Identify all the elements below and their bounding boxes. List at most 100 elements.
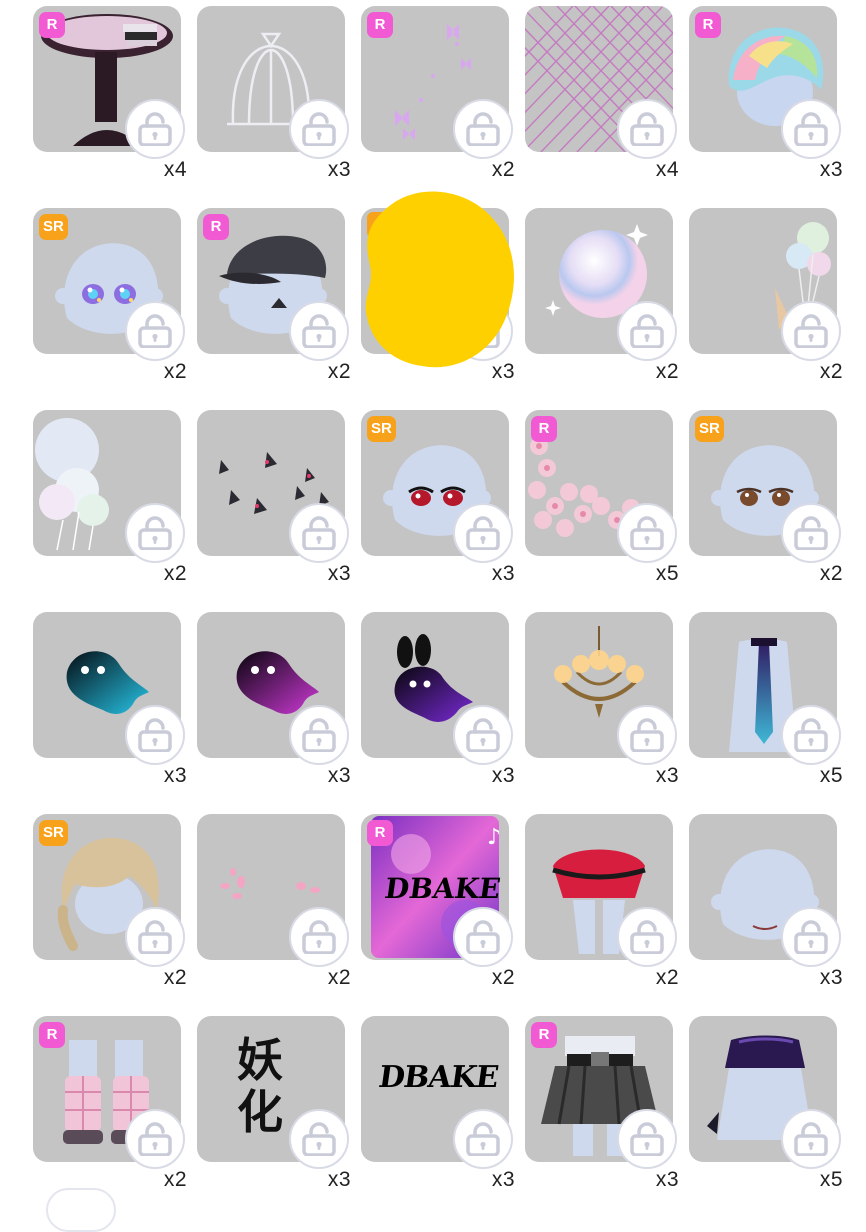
rarity-badge: R [39,1022,65,1048]
lock-icon[interactable] [453,705,513,765]
lock-icon[interactable] [617,503,677,563]
item-count: x2 [163,1168,187,1191]
item-slot[interactable]: SR x3 [361,410,514,592]
item-count: x3 [327,562,351,585]
dbake-logo-text: DBAKE [382,872,503,905]
lock-icon[interactable] [617,705,677,765]
item-slot[interactable]: SR x2 [689,410,842,592]
lock-icon[interactable] [125,301,185,361]
item-slot[interactable]: Rx3 [689,6,842,188]
item-count: x2 [819,360,843,383]
item-slot[interactable]: 妖化 x3 [197,1016,350,1198]
item-slot[interactable]: x2 [33,410,186,592]
lock-icon[interactable] [781,301,841,361]
lock-icon[interactable] [617,99,677,159]
rarity-badge: R [203,214,229,240]
kanji-text: 妖化 [237,1033,283,1139]
item-count: x3 [491,764,515,787]
dbake-logo-text: DBAKE [376,1060,501,1095]
item-count: x3 [491,562,515,585]
item-count: x2 [163,966,187,989]
lock-icon[interactable] [781,99,841,159]
rarity-badge: R [695,12,721,38]
lock-icon[interactable] [125,99,185,159]
lock-icon[interactable] [781,503,841,563]
item-count: x3 [655,1168,679,1191]
item-count: x2 [163,562,187,585]
item-count: x2 [491,966,515,989]
item-slot[interactable]: x5 [689,1016,842,1198]
item-count: x3 [327,158,351,181]
item-count: x3 [655,764,679,787]
item-count: x2 [163,360,187,383]
lock-icon[interactable] [125,907,185,967]
rarity-badge: R [531,416,557,442]
item-slot[interactable]: Rx2 [361,6,514,188]
item-slot[interactable]: x2 [689,208,842,390]
rarity-badge: R [531,1022,557,1048]
item-count: x3 [327,1168,351,1191]
lock-icon[interactable] [453,503,513,563]
lock-icon[interactable] [453,99,513,159]
item-slot[interactable]: x3 [33,612,186,794]
item-slot[interactable]: Rx2 [33,1016,186,1198]
lock-icon[interactable] [617,907,677,967]
lock-icon[interactable] [289,99,349,159]
item-slot[interactable]: Rx2 [197,208,350,390]
item-slot[interactable]: SR x2 [33,814,186,996]
rarity-badge: SR [695,416,724,442]
item-slot[interactable]: Rx3 [525,1016,678,1198]
rarity-badge: R [367,12,393,38]
floating-button-partial[interactable] [46,1188,116,1232]
lock-icon[interactable] [617,1109,677,1169]
lock-icon[interactable] [453,1109,513,1169]
lock-icon[interactable] [453,907,513,967]
item-slot[interactable]: x3 [197,612,350,794]
item-slot[interactable]: ♪ DBAKE Rx2 [361,814,514,996]
item-count: x3 [163,764,187,787]
rarity-badge: R [367,820,393,846]
lock-icon[interactable] [289,1109,349,1169]
rarity-badge: R [39,12,65,38]
item-slot[interactable]: x4 [525,6,678,188]
item-slot[interactable]: Rx5 [525,410,678,592]
item-slot[interactable]: x2 [525,208,678,390]
item-slot[interactable]: x2 [525,814,678,996]
item-count: x5 [655,562,679,585]
item-count: x3 [819,966,843,989]
rarity-badge: SR [39,214,68,240]
lock-icon[interactable] [781,705,841,765]
lock-icon[interactable] [781,1109,841,1169]
yellow-scribble-overlay [365,191,514,368]
lock-icon[interactable] [781,907,841,967]
item-count: x5 [819,764,843,787]
item-slot[interactable]: x5 [689,612,842,794]
item-slot[interactable]: DBAKE x3 [361,1016,514,1198]
lock-icon[interactable] [125,503,185,563]
item-slot[interactable]: x3 [361,612,514,794]
lock-icon[interactable] [125,1109,185,1169]
item-count: x5 [819,1168,843,1191]
item-slot[interactable]: x3 [197,6,350,188]
item-count: x3 [491,1168,515,1191]
item-count: x2 [327,360,351,383]
item-slot[interactable]: Rx4 [33,6,186,188]
item-count: x3 [819,158,843,181]
lock-icon[interactable] [289,503,349,563]
lock-icon[interactable] [289,301,349,361]
item-count: x2 [327,966,351,989]
item-slot[interactable]: x3 [689,814,842,996]
lock-icon[interactable] [617,301,677,361]
svg-text:♪: ♪ [487,825,501,850]
lock-icon[interactable] [125,705,185,765]
item-slot[interactable]: x2 [197,814,350,996]
item-slot[interactable]: x3 [525,612,678,794]
item-count: x4 [163,158,187,181]
item-count: x2 [491,158,515,181]
item-count: x3 [327,764,351,787]
rarity-badge: SR [367,416,396,442]
item-slot[interactable]: SR x2 [33,208,186,390]
lock-icon[interactable] [289,705,349,765]
lock-icon[interactable] [289,907,349,967]
item-slot[interactable]: x3 [197,410,350,592]
